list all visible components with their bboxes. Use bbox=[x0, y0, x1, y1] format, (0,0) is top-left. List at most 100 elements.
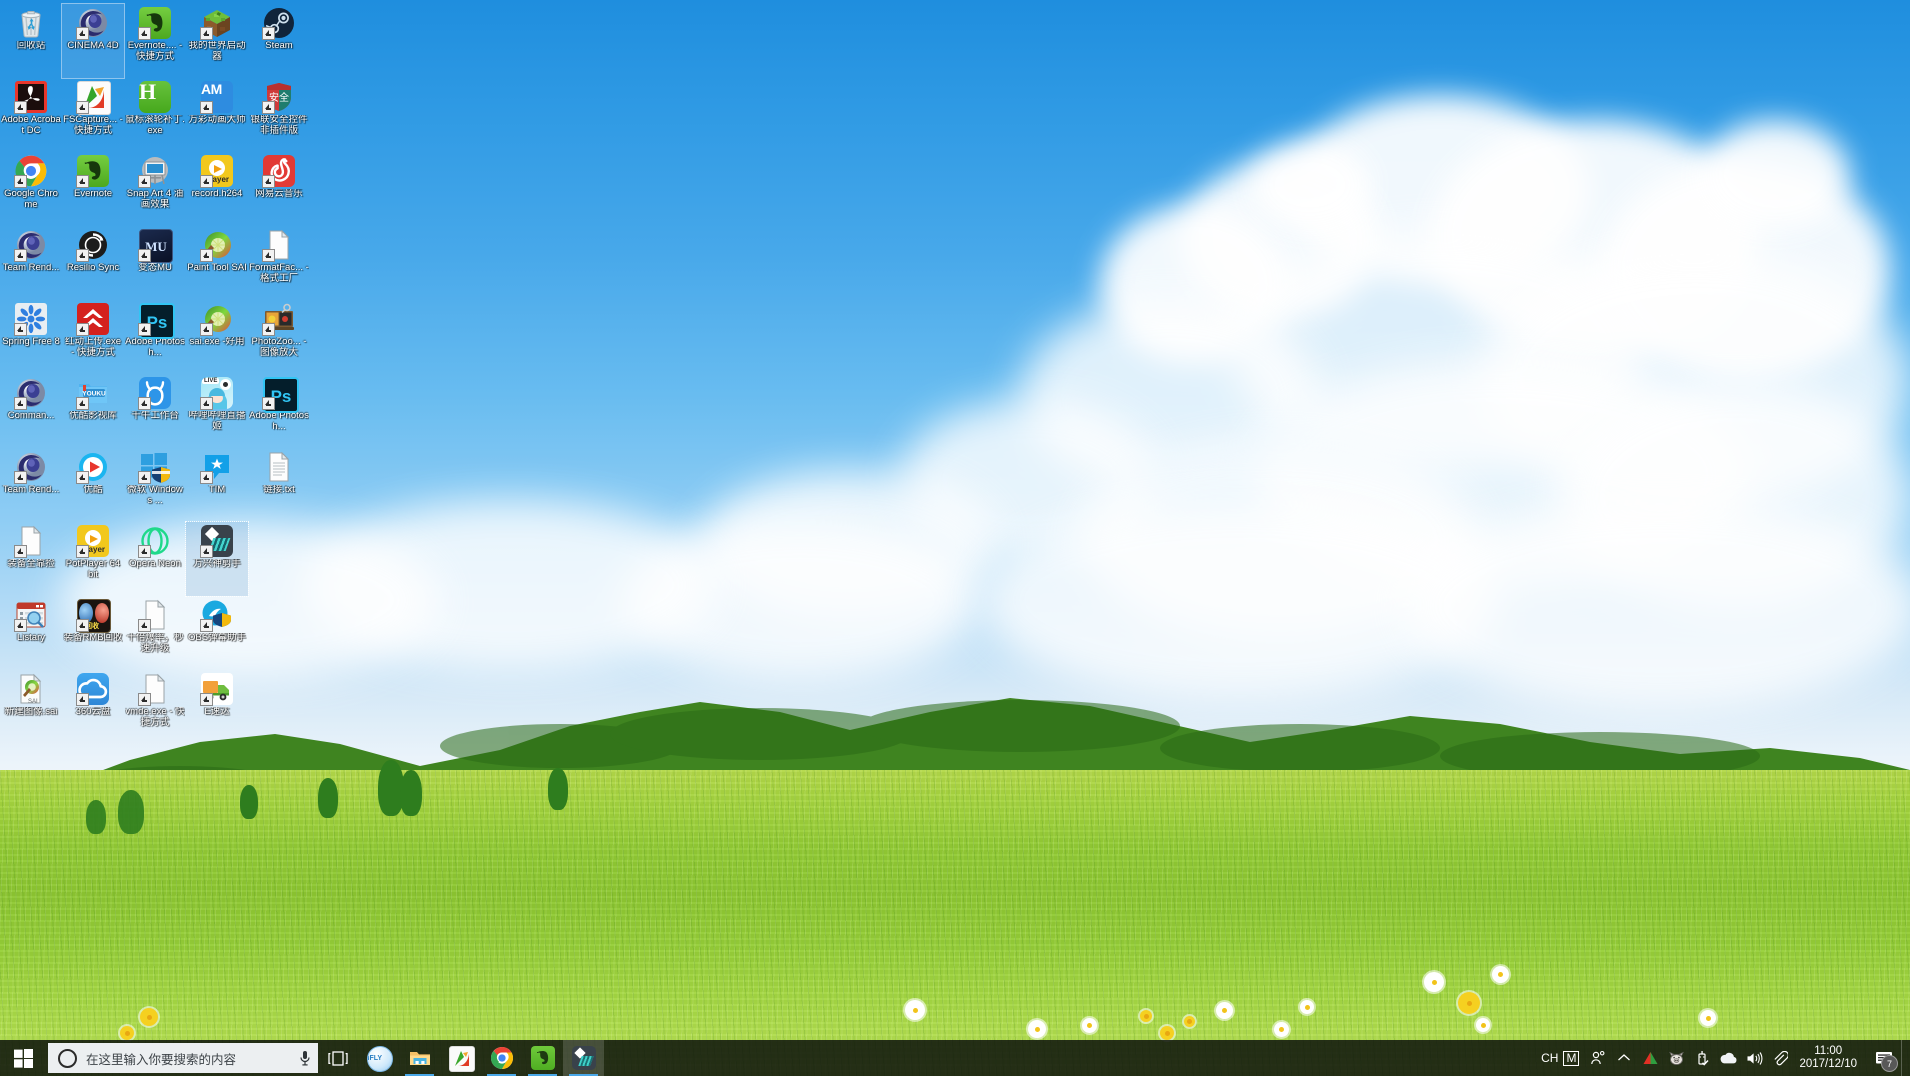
desktop-icon-label: 十倍爆率，秒速升级 bbox=[126, 633, 184, 654]
desktop-icon[interactable]: Player PotPlayer 64 bit bbox=[62, 522, 124, 596]
desktop-icon[interactable]: Opera Neon bbox=[124, 522, 186, 596]
action-center-button[interactable]: 7 bbox=[1867, 1040, 1901, 1076]
desktop-icon[interactable]: YOUKU 优酷影视库 bbox=[62, 374, 124, 448]
pig-icon[interactable] bbox=[1663, 1040, 1689, 1076]
green-red-triangle-icon[interactable] bbox=[1637, 1040, 1663, 1076]
desktop-icon[interactable]: TIM bbox=[186, 448, 248, 522]
start-button[interactable] bbox=[0, 1040, 46, 1076]
desktop-icon[interactable]: Spring Free 8 bbox=[0, 300, 62, 374]
shortcut-arrow-icon bbox=[262, 397, 275, 410]
desktop-icon[interactable]: Comman... bbox=[0, 374, 62, 448]
desktop-icon[interactable]: OBS弹幕助手 bbox=[186, 596, 248, 670]
microphone-icon[interactable] bbox=[292, 1050, 318, 1066]
desktop-icon[interactable]: E速达 bbox=[186, 670, 248, 744]
taskbar-app-file-explorer[interactable] bbox=[399, 1040, 440, 1076]
desktop-icon-grid[interactable]: 回收站 CINEMA 4D Evernote.... - 快捷方式 我的世界启动… bbox=[0, 0, 310, 744]
esuda-truck-icon bbox=[200, 673, 233, 706]
taskbar-app-fscapture[interactable] bbox=[440, 1040, 481, 1076]
desktop-icon[interactable]: FormatFac... - 格式工厂 bbox=[248, 226, 310, 300]
desktop-icon[interactable]: 360云盘 bbox=[62, 670, 124, 744]
desktop-icon[interactable]: Team Rend... bbox=[0, 226, 62, 300]
shortcut-arrow-icon bbox=[200, 471, 213, 484]
desktop-icon[interactable]: PhotoZoo... -图像放大 bbox=[248, 300, 310, 374]
desktop-icon[interactable]: H 鼠标滚轮补丁.exe bbox=[124, 78, 186, 152]
shortcut-arrow-icon bbox=[76, 249, 89, 262]
desktop-icon[interactable]: SAI 新建图像.sai bbox=[0, 670, 62, 744]
ime-indicator[interactable]: CH M bbox=[1535, 1050, 1585, 1066]
shortcut-arrow-icon bbox=[138, 471, 151, 484]
desktop-icon[interactable]: Ps Adobe Photosh... bbox=[248, 374, 310, 448]
windows-logo-icon bbox=[13, 1048, 33, 1068]
desktop-icon[interactable]: LIVE 哔哩哔哩直播姬 bbox=[186, 374, 248, 448]
desktop-icon[interactable]: Ps Adobe Photosh... bbox=[124, 300, 186, 374]
desktop-icon[interactable]: 优酷 bbox=[62, 448, 124, 522]
desktop-icon-label: Team Rend... bbox=[2, 263, 60, 273]
desktop-icon[interactable]: 千牛工作台 bbox=[124, 374, 186, 448]
cortana-circle-icon bbox=[58, 1048, 77, 1068]
desktop-icon[interactable]: 微软 Windows ... bbox=[124, 448, 186, 522]
taskbar-app-chrome[interactable] bbox=[481, 1040, 522, 1076]
desktop-icon-label: 我的世界启动器 bbox=[188, 41, 246, 62]
onedrive-cloud-icon[interactable] bbox=[1715, 1040, 1741, 1076]
desktop-icon-label: 优酷影视库 bbox=[69, 411, 117, 421]
desktop-icon[interactable]: Google Chrome bbox=[0, 152, 62, 226]
search-input[interactable]: 在这里输入你要搜索的内容 bbox=[48, 1043, 318, 1073]
desktop-icon[interactable]: 红动上传.exe - 快捷方式 bbox=[62, 300, 124, 374]
cinema4d-icon bbox=[14, 377, 47, 410]
desktop-icon-label: Adobe Photosh... bbox=[125, 337, 185, 358]
desktop-icon[interactable]: Snap Art 4 油画效果 bbox=[124, 152, 186, 226]
clock-time: 11:00 bbox=[1814, 1045, 1843, 1057]
svg-text:SAI: SAI bbox=[28, 699, 38, 705]
desktop-icon[interactable]: Steam bbox=[248, 4, 310, 78]
shortcut-arrow-icon bbox=[138, 323, 151, 336]
volume-speaker-icon[interactable] bbox=[1741, 1040, 1767, 1076]
system-tray[interactable]: CH M 11:00 2017/12/10 7 bbox=[1535, 1040, 1910, 1076]
shortcut-arrow-icon bbox=[262, 249, 275, 262]
desktop-icon[interactable]: Adobe Acrobat DC bbox=[0, 78, 62, 152]
desktop-icon[interactable]: Evernote bbox=[62, 152, 124, 226]
shortcut-arrow-icon bbox=[138, 175, 151, 188]
desktop-icon[interactable]: Paint Tool SAI bbox=[186, 226, 248, 300]
desktop-icon[interactable]: 装备全靠捡 bbox=[0, 522, 62, 596]
taskbar[interactable]: 在这里输入你要搜索的内容 iFLY CH M 11:00 2017/12/10 … bbox=[0, 1040, 1910, 1076]
desktop-icon[interactable]: Player record.h264 bbox=[186, 152, 248, 226]
potplayer-icon: Player bbox=[76, 525, 109, 558]
desktop-icon[interactable]: 安全 银联安全控件非插件版 bbox=[248, 78, 310, 152]
taskbar-app-filmora[interactable] bbox=[563, 1040, 604, 1076]
people-icon[interactable] bbox=[1585, 1040, 1611, 1076]
taskbar-app-evernote[interactable] bbox=[522, 1040, 563, 1076]
desktop[interactable]: 回收站 CINEMA 4D Evernote.... - 快捷方式 我的世界启动… bbox=[0, 0, 1910, 1076]
usb-safely-remove-icon[interactable] bbox=[1689, 1040, 1715, 1076]
desktop-icon[interactable]: 十倍爆率，秒速升级 bbox=[124, 596, 186, 670]
youku-folder-icon: YOUKU bbox=[76, 377, 109, 410]
minecraft-icon bbox=[200, 7, 233, 40]
shortcut-arrow-icon bbox=[138, 619, 151, 632]
taskbar-app-ifly[interactable]: iFLY bbox=[358, 1040, 399, 1076]
desktop-icon[interactable]: 链接.txt bbox=[248, 448, 310, 522]
shortcut-arrow-icon bbox=[200, 101, 213, 114]
desktop-icon[interactable]: 万兴神剪手 bbox=[185, 521, 249, 597]
desktop-icon[interactable]: MU 变态MU bbox=[124, 226, 186, 300]
shortcut-arrow-icon bbox=[76, 471, 89, 484]
desktop-icon[interactable]: AM 万彩动画大师 bbox=[186, 78, 248, 152]
desktop-icon[interactable]: 回收站 bbox=[0, 4, 62, 78]
desktop-icon-label: 哔哩哔哩直播姬 bbox=[188, 411, 246, 432]
desktop-icon[interactable]: 我的世界启动器 bbox=[186, 4, 248, 78]
desktop-icon[interactable]: Resilio Sync bbox=[62, 226, 124, 300]
desktop-icon[interactable]: vmde.exe - 快捷方式 bbox=[124, 670, 186, 744]
desktop-icon[interactable]: B回收 装备RMB回收 bbox=[62, 596, 124, 670]
desktop-icon[interactable]: 网易云音乐 bbox=[248, 152, 310, 226]
desktop-icon-label: 装备全靠捡 bbox=[7, 559, 55, 569]
clock[interactable]: 11:00 2017/12/10 bbox=[1793, 1040, 1867, 1076]
desktop-icon[interactable]: sai.exe -好用 bbox=[186, 300, 248, 374]
desktop-icon[interactable]: Evernote.... - 快捷方式 bbox=[124, 4, 186, 78]
show-desktop-button[interactable] bbox=[1901, 1040, 1910, 1076]
chevron-up-icon[interactable] bbox=[1611, 1040, 1637, 1076]
desktop-icon[interactable]: CINEMA 4D bbox=[61, 3, 125, 79]
desktop-icon[interactable]: Team Rend... bbox=[0, 448, 62, 522]
desktop-icon[interactable]: FSCapture... - 快捷方式 bbox=[62, 78, 124, 152]
desktop-icon[interactable]: Listary bbox=[0, 596, 62, 670]
paperclip-icon[interactable] bbox=[1767, 1040, 1793, 1076]
qianniu-icon bbox=[138, 377, 171, 410]
task-view-button[interactable] bbox=[318, 1040, 358, 1076]
